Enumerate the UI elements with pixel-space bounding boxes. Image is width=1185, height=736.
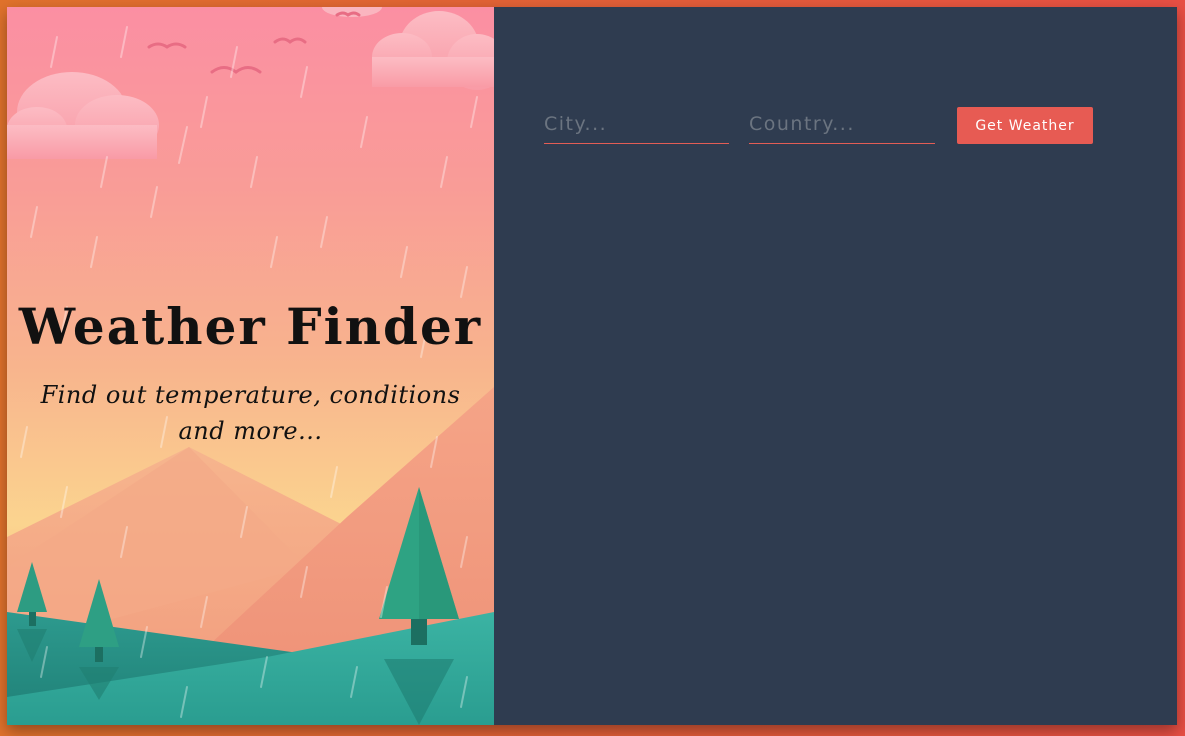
weather-form-panel: Get Weather bbox=[494, 7, 1177, 725]
country-field bbox=[749, 107, 935, 144]
app-subtitle: Find out temperature, conditions and mor… bbox=[40, 381, 461, 445]
country-input[interactable] bbox=[749, 107, 935, 141]
birds bbox=[147, 11, 361, 74]
hero-illustration-panel: Weather Finder Find out temperature, con… bbox=[7, 7, 494, 725]
cloud-left bbox=[7, 72, 159, 159]
get-weather-button[interactable]: Get Weather bbox=[957, 107, 1093, 144]
app-title: Weather Finder bbox=[18, 297, 483, 356]
city-input[interactable] bbox=[544, 107, 729, 141]
rainy-landscape-illustration bbox=[7, 7, 494, 725]
cloud-right bbox=[372, 11, 494, 90]
city-field bbox=[544, 107, 729, 144]
app-frame: Weather Finder Find out temperature, con… bbox=[7, 7, 1177, 725]
